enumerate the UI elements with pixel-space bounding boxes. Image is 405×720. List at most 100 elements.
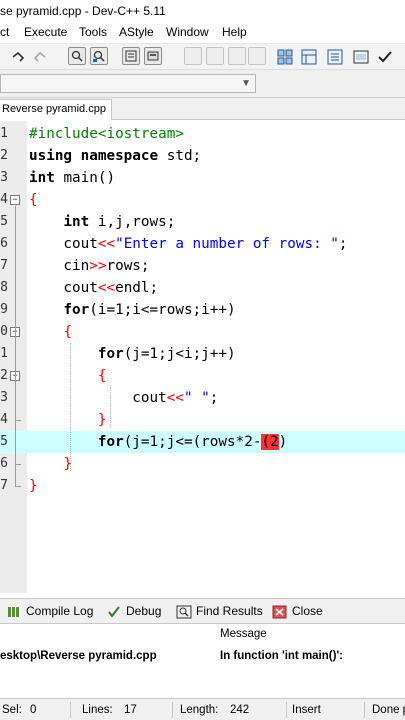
find-results-tab[interactable]: Find Results xyxy=(176,603,266,621)
status-separator xyxy=(364,702,365,718)
code-line[interactable]: { xyxy=(29,365,107,387)
code-line[interactable]: using namespace std; xyxy=(29,145,201,167)
code-token: { xyxy=(29,192,38,208)
code-token: using namespace xyxy=(29,148,167,164)
status-separator xyxy=(172,702,173,718)
code-token: (j=1;j<i;j++) xyxy=(123,346,236,362)
code-line[interactable]: cin>>rows; xyxy=(29,255,150,277)
code-editor[interactable]: 12345678901234567−−− #include<iostream>u… xyxy=(0,121,405,593)
code-token: std; xyxy=(166,148,202,164)
code-token: for xyxy=(63,302,90,318)
undo-icon[interactable] xyxy=(10,49,26,65)
close-tab[interactable]: Close xyxy=(272,603,332,621)
code-line[interactable]: } xyxy=(29,409,107,431)
menu-help[interactable]: Help xyxy=(222,25,247,39)
menu-tools[interactable]: Tools xyxy=(79,25,107,39)
code-token: for xyxy=(97,346,124,362)
window-title: se pyramid.cpp - Dev-C++ 5.11 xyxy=(0,4,166,18)
code-token: } xyxy=(29,478,38,494)
code-line[interactable]: for(i=1;i<=rows;i++) xyxy=(29,299,235,321)
check-icon[interactable] xyxy=(376,48,394,66)
class-browser-strip: ▼ xyxy=(0,70,405,98)
code-token: #include<iostream> xyxy=(29,126,184,142)
status-mode: Insert xyxy=(292,704,321,716)
code-token: "Enter a number of rows: " xyxy=(115,236,339,252)
code-token: { xyxy=(63,324,73,340)
code-token: << xyxy=(97,236,116,252)
code-line[interactable]: for(j=1;j<i;j++) xyxy=(29,343,236,365)
code-token: cin xyxy=(29,258,90,274)
frame-icon[interactable] xyxy=(352,48,370,66)
code-token: ; xyxy=(338,236,348,252)
goto-icon[interactable] xyxy=(122,47,140,65)
status-sel-label: Sel: xyxy=(2,704,22,716)
menu-execute[interactable]: Execute xyxy=(24,25,67,39)
status-length-label: Length: xyxy=(180,704,219,716)
code-line[interactable]: } xyxy=(29,475,38,497)
code-token: " " xyxy=(183,390,210,406)
code-token: (j=1;j<=(rows*2- xyxy=(123,434,262,450)
code-token: endl; xyxy=(115,280,159,296)
compile-icon[interactable] xyxy=(144,47,162,65)
code-token: int xyxy=(29,170,64,186)
code-line[interactable]: cout<<" "; xyxy=(29,387,218,409)
debug-label: Debug xyxy=(126,604,162,618)
status-state: Done p xyxy=(372,704,405,716)
menu-project[interactable]: ct xyxy=(0,25,9,39)
file-tab[interactable]: Reverse pyramid.cpp xyxy=(0,99,112,120)
find-icon[interactable] xyxy=(68,47,86,65)
replace-icon[interactable] xyxy=(90,47,108,65)
code-token: ; xyxy=(209,390,219,406)
code-token: main() xyxy=(63,170,116,186)
redo-icon[interactable] xyxy=(32,49,48,65)
compile-log-label: Compile Log xyxy=(26,604,94,618)
debug-tab[interactable]: Debug xyxy=(106,603,170,621)
menu-bar: ct Execute Tools AStyle Window Help xyxy=(0,22,405,44)
file-tab-label: Reverse pyramid.cpp xyxy=(2,103,106,115)
grid-icon[interactable] xyxy=(276,48,294,66)
code-line[interactable]: cout<<"Enter a number of rows: "; xyxy=(29,233,348,255)
code-token: cout xyxy=(29,280,98,296)
close-icon xyxy=(272,605,287,619)
menu-window[interactable]: Window xyxy=(166,25,209,39)
code-line[interactable]: { xyxy=(29,321,72,343)
title-bar: se pyramid.cpp - Dev-C++ 5.11 xyxy=(0,0,405,22)
code-line[interactable]: #include<iostream> xyxy=(29,123,184,145)
code-line[interactable]: for(j=1;j<=(rows*2-(2) xyxy=(29,431,287,453)
code-token: for xyxy=(97,434,124,450)
code-line[interactable]: { xyxy=(29,189,38,211)
code-token: rows; xyxy=(106,258,150,274)
message-file[interactable]: esktop\Reverse pyramid.cpp xyxy=(0,650,214,662)
new-project-icon[interactable] xyxy=(184,47,202,65)
bottom-panel-tabs: Compile Log Debug Find Results Close xyxy=(0,598,405,624)
message-text[interactable]: In function 'int main()': xyxy=(220,650,343,662)
save-project-icon[interactable] xyxy=(228,47,246,65)
code-token: ) xyxy=(278,434,288,450)
message-column-header[interactable]: Message xyxy=(220,628,267,640)
code-area[interactable]: #include<iostream> using namespace std; in… xyxy=(0,121,405,593)
code-line[interactable]: int main() xyxy=(29,167,115,189)
code-line[interactable]: int i,j,rows; xyxy=(29,211,175,233)
find-results-label: Find Results xyxy=(196,604,263,618)
code-token: cout xyxy=(29,390,167,406)
open-project-icon[interactable] xyxy=(206,47,224,65)
code-line[interactable]: cout<<endl; xyxy=(29,277,158,299)
code-token: >> xyxy=(89,258,107,274)
menu-astyle[interactable]: AStyle xyxy=(119,25,154,39)
new-class-icon[interactable] xyxy=(326,48,344,66)
code-token: cout xyxy=(29,236,98,252)
status-separator xyxy=(286,702,287,718)
class-icon[interactable] xyxy=(300,48,318,66)
code-line[interactable]: } xyxy=(29,453,72,475)
close-project-icon[interactable] xyxy=(248,47,266,65)
compile-log-tab[interactable]: Compile Log xyxy=(6,603,100,621)
code-token: int xyxy=(63,214,98,230)
function-dropdown[interactable]: ▼ xyxy=(0,74,256,93)
bracket-match-highlight: (2 xyxy=(261,434,279,450)
